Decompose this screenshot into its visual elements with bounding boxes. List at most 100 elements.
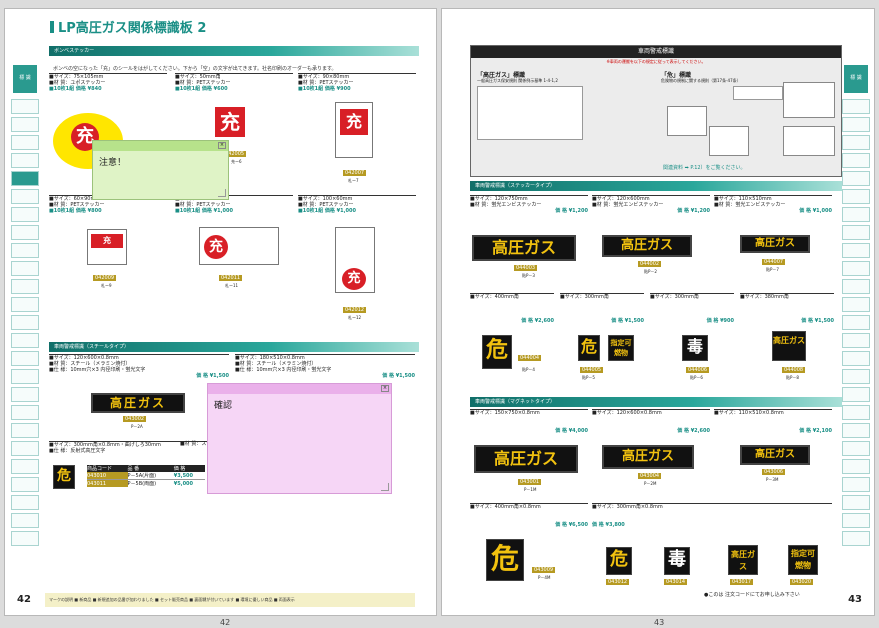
side-top-tab[interactable]: 標 識 (844, 65, 868, 93)
side-tab[interactable] (842, 477, 870, 492)
side-tab[interactable] (11, 261, 39, 276)
side-tab[interactable] (842, 315, 870, 330)
sign-ki: 危 (53, 465, 75, 489)
sign-kouatsu-gas: 高圧ガス (740, 445, 810, 465)
side-tab[interactable] (842, 423, 870, 438)
side-tab[interactable] (842, 117, 870, 132)
product-code: 043014 (664, 579, 688, 585)
side-tab[interactable] (842, 225, 870, 240)
sign-kouatsu-gas: 高圧ガス (474, 445, 578, 473)
side-tab[interactable] (11, 459, 39, 474)
side-tab[interactable] (11, 279, 39, 294)
truck-illustration (709, 126, 749, 156)
side-tab[interactable] (11, 387, 39, 402)
side-tab[interactable] (842, 387, 870, 402)
side-tab[interactable] (11, 315, 39, 330)
product-spec: ■サイズ：120×600×0.8mm ■材 質：スチール（メラミン焼付） ■仕 … (49, 354, 229, 379)
side-tab[interactable] (842, 99, 870, 114)
side-tab[interactable] (842, 135, 870, 150)
sticky-note-text[interactable]: 確認 (208, 394, 391, 415)
sign-mitsu: 充 (342, 268, 366, 290)
side-tab[interactable] (11, 243, 39, 258)
side-tab[interactable] (11, 153, 39, 168)
side-tab[interactable] (842, 261, 870, 276)
side-tab[interactable] (11, 495, 39, 510)
sticky-note-pink[interactable]: × 確認 (207, 383, 392, 494)
side-tab[interactable] (842, 297, 870, 312)
product-code: 044005 (580, 367, 604, 373)
product-code: 044007 (762, 259, 786, 265)
side-tab[interactable] (11, 477, 39, 492)
side-tab[interactable] (11, 117, 39, 132)
related-note: 関連資料 ➡ P.12）をご覧ください。 (663, 165, 746, 171)
sign-mitsu-square: 充 (215, 107, 245, 137)
side-tab[interactable] (11, 207, 39, 222)
side-tab[interactable] (842, 171, 870, 186)
sticker-card-image: 充 (199, 227, 279, 265)
side-tab[interactable] (842, 441, 870, 456)
product-spec: ■サイズ：400mm角×0.8mm 価 格 ¥6,500 (470, 503, 588, 528)
table-header: 品 番 (127, 466, 140, 472)
side-tab[interactable] (842, 495, 870, 510)
resize-grip-icon[interactable] (381, 483, 389, 491)
sticky-note-text[interactable]: 注意！ (93, 151, 228, 172)
sticker-card-image: 充 (87, 229, 127, 265)
product-model: P－2A (131, 424, 143, 429)
regulation-table (477, 86, 583, 140)
product-spec: ■サイズ：180×510×0.8mm ■材 質：スチール（メラミン焼付） ■仕 … (235, 354, 415, 379)
sign-shitei-kanen: 指定可燃物 (608, 335, 634, 361)
side-tab[interactable] (11, 225, 39, 240)
side-top-tab[interactable]: 標 識 (13, 65, 37, 93)
side-tab[interactable] (842, 369, 870, 384)
close-icon[interactable]: × (381, 385, 389, 392)
product-model: 札ー7 (348, 178, 359, 183)
side-tab[interactable] (11, 297, 39, 312)
side-tab[interactable] (11, 333, 39, 348)
close-icon[interactable]: × (218, 142, 226, 149)
sticky-note-titlebar[interactable]: × (208, 384, 391, 394)
sign-ki: 危 (578, 335, 600, 361)
side-tab[interactable] (11, 405, 39, 420)
product-model: 貼P－8 (786, 375, 799, 380)
side-tab[interactable] (842, 405, 870, 420)
sticky-note-green[interactable]: × 注意！ (92, 140, 229, 200)
regulation-subtitle: ※車両の運搬を以下の規定に従って表示してください。 (606, 59, 706, 64)
product-model: 札ー9 (101, 283, 112, 288)
section-bar-sticker: 車両警戒標識（ステッカータイプ） (470, 181, 842, 191)
side-tab[interactable] (842, 459, 870, 474)
side-tab[interactable] (842, 189, 870, 204)
side-tab[interactable] (11, 189, 39, 204)
intro-text: ボンベの空になった「充」のシールをはがしてください。下から「空」の文字が出てきま… (53, 66, 337, 72)
side-tab[interactable] (11, 351, 39, 366)
side-tab[interactable] (842, 153, 870, 168)
side-tab[interactable] (11, 513, 39, 528)
product-model: 貼P－5 (582, 375, 595, 380)
side-tab[interactable] (842, 279, 870, 294)
product-model: 札ー11 (225, 283, 239, 288)
side-tab[interactable] (11, 531, 39, 546)
product-spec: ■サイズ：120×600×0.8mm 価 格 ¥2,600 (592, 409, 710, 434)
side-tab[interactable] (842, 531, 870, 546)
product-spec: ■サイズ：150×750×0.8mm 価 格 ¥4,000 (470, 409, 588, 434)
side-tab[interactable] (842, 243, 870, 258)
section-bar-steel: 車両警戒標識（スチールタイプ） (49, 342, 419, 352)
product-spec: ■サイズ：120×750mm ■材 質：蛍光エンビステッカー 価 格 ¥1,20… (470, 195, 588, 214)
side-tab[interactable] (842, 351, 870, 366)
side-tab-active[interactable] (11, 171, 39, 186)
side-tab[interactable] (842, 333, 870, 348)
side-tab[interactable] (11, 441, 39, 456)
side-tab[interactable] (11, 135, 39, 150)
resize-grip-icon[interactable] (218, 189, 226, 197)
side-tab[interactable] (842, 513, 870, 528)
sign-mitsu: 充 (91, 234, 123, 248)
product-code: 043006 (762, 469, 786, 475)
legend-bar: マークの説明 ■ 新商品 ■ 新規追加の品番が加わりました ■ セット販売商品 … (45, 593, 415, 607)
side-tab[interactable] (11, 99, 39, 114)
side-tab[interactable] (11, 369, 39, 384)
sticky-note-titlebar[interactable]: × (93, 141, 228, 151)
side-tab[interactable] (842, 207, 870, 222)
truck-illustration (783, 82, 835, 118)
sign-kouatsu-gas: 高圧ガス (772, 331, 806, 361)
product-code: 044006 (686, 367, 710, 373)
side-tab[interactable] (11, 423, 39, 438)
